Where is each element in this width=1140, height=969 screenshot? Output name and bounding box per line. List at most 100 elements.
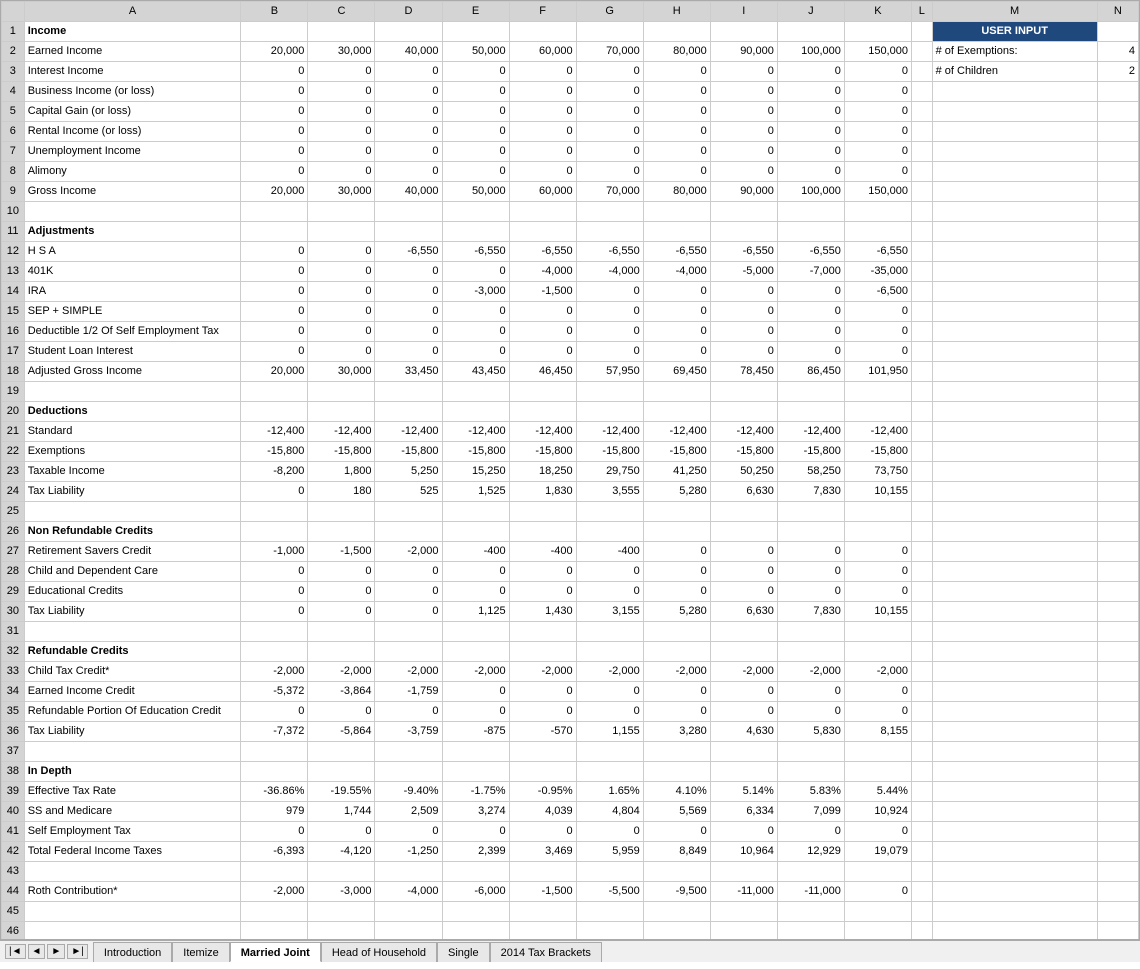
cell-h-26[interactable] [643, 522, 710, 542]
cell-f-35[interactable]: 0 [509, 702, 576, 722]
cell-c-18[interactable]: 30,000 [308, 362, 375, 382]
cell-a-32[interactable]: Refundable Credits [24, 642, 241, 662]
cell-i-28[interactable]: 0 [710, 562, 777, 582]
cell-d-21[interactable]: -12,400 [375, 422, 442, 442]
cell-b-8[interactable]: 0 [241, 162, 308, 182]
cell-c-6[interactable]: 0 [308, 122, 375, 142]
col-header-j[interactable]: J [777, 2, 844, 22]
cell-g-45[interactable] [576, 902, 643, 922]
cell-g-3[interactable]: 0 [576, 62, 643, 82]
cell-k-19[interactable] [844, 382, 911, 402]
cell-k-18[interactable]: 101,950 [844, 362, 911, 382]
nav-last[interactable]: ►| [67, 944, 88, 959]
cell-k-22[interactable]: -15,800 [844, 442, 911, 462]
cell-f-43[interactable] [509, 862, 576, 882]
cell-e-30[interactable]: 1,125 [442, 602, 509, 622]
cell-f-20[interactable] [509, 402, 576, 422]
cell-c-17[interactable]: 0 [308, 342, 375, 362]
cell-i-15[interactable]: 0 [710, 302, 777, 322]
cell-a-17[interactable]: Student Loan Interest [24, 342, 241, 362]
cell-f-3[interactable]: 0 [509, 62, 576, 82]
cell-k-3[interactable]: 0 [844, 62, 911, 82]
cell-e-36[interactable]: -875 [442, 722, 509, 742]
cell-g-9[interactable]: 70,000 [576, 182, 643, 202]
cell-f-39[interactable]: -0.95% [509, 782, 576, 802]
cell-f-8[interactable]: 0 [509, 162, 576, 182]
col-header-e[interactable]: E [442, 2, 509, 22]
cell-i-6[interactable]: 0 [710, 122, 777, 142]
cell-a-4[interactable]: Business Income (or loss) [24, 82, 241, 102]
cell-i-43[interactable] [710, 862, 777, 882]
cell-k-10[interactable] [844, 202, 911, 222]
cell-i-23[interactable]: 50,250 [710, 462, 777, 482]
cell-i-33[interactable]: -2,000 [710, 662, 777, 682]
cell-j-15[interactable]: 0 [777, 302, 844, 322]
cell-i-32[interactable] [710, 642, 777, 662]
cell-i-29[interactable]: 0 [710, 582, 777, 602]
cell-e-4[interactable]: 0 [442, 82, 509, 102]
cell-c-25[interactable] [308, 502, 375, 522]
cell-k-44[interactable]: 0 [844, 882, 911, 902]
tab-head-of-household[interactable]: Head of Household [321, 942, 437, 962]
cell-i-14[interactable]: 0 [710, 282, 777, 302]
cell-g-46[interactable] [576, 922, 643, 941]
cell-b-31[interactable] [241, 622, 308, 642]
cell-j-16[interactable]: 0 [777, 322, 844, 342]
cell-a-31[interactable] [24, 622, 241, 642]
cell-j-38[interactable] [777, 762, 844, 782]
cell-e-41[interactable]: 0 [442, 822, 509, 842]
cell-f-7[interactable]: 0 [509, 142, 576, 162]
cell-j-42[interactable]: 12,929 [777, 842, 844, 862]
cell-j-14[interactable]: 0 [777, 282, 844, 302]
cell-g-33[interactable]: -2,000 [576, 662, 643, 682]
cell-c-16[interactable]: 0 [308, 322, 375, 342]
cell-g-43[interactable] [576, 862, 643, 882]
cell-f-44[interactable]: -1,500 [509, 882, 576, 902]
cell-i-25[interactable] [710, 502, 777, 522]
cell-g-37[interactable] [576, 742, 643, 762]
cell-k-4[interactable]: 0 [844, 82, 911, 102]
cell-c-19[interactable] [308, 382, 375, 402]
cell-e-23[interactable]: 15,250 [442, 462, 509, 482]
cell-a-45[interactable] [24, 902, 241, 922]
cell-d-5[interactable]: 0 [375, 102, 442, 122]
cell-f-33[interactable]: -2,000 [509, 662, 576, 682]
cell-c-11[interactable] [308, 222, 375, 242]
cell-b-23[interactable]: -8,200 [241, 462, 308, 482]
cell-k-30[interactable]: 10,155 [844, 602, 911, 622]
col-header-f[interactable]: F [509, 2, 576, 22]
cell-b-24[interactable]: 0 [241, 482, 308, 502]
cell-c-29[interactable]: 0 [308, 582, 375, 602]
cell-j-46[interactable] [777, 922, 844, 941]
cell-f-5[interactable]: 0 [509, 102, 576, 122]
cell-f-34[interactable]: 0 [509, 682, 576, 702]
cell-e-13[interactable]: 0 [442, 262, 509, 282]
cell-c-13[interactable]: 0 [308, 262, 375, 282]
cell-b-41[interactable]: 0 [241, 822, 308, 842]
cell-i-12[interactable]: -6,550 [710, 242, 777, 262]
cell-d-41[interactable]: 0 [375, 822, 442, 842]
cell-i-7[interactable]: 0 [710, 142, 777, 162]
cell-d-24[interactable]: 525 [375, 482, 442, 502]
cell-j-8[interactable]: 0 [777, 162, 844, 182]
cell-c-7[interactable]: 0 [308, 142, 375, 162]
cell-e-24[interactable]: 1,525 [442, 482, 509, 502]
cell-f-29[interactable]: 0 [509, 582, 576, 602]
cell-b-22[interactable]: -15,800 [241, 442, 308, 462]
cell-k-32[interactable] [844, 642, 911, 662]
cell-j-30[interactable]: 7,830 [777, 602, 844, 622]
cell-f-11[interactable] [509, 222, 576, 242]
cell-e-14[interactable]: -3,000 [442, 282, 509, 302]
cell-d-30[interactable]: 0 [375, 602, 442, 622]
cell-a-10[interactable] [24, 202, 241, 222]
cell-c-14[interactable]: 0 [308, 282, 375, 302]
cell-e-1[interactable] [442, 22, 509, 42]
cell-d-46[interactable] [375, 922, 442, 941]
cell-c-28[interactable]: 0 [308, 562, 375, 582]
cell-d-38[interactable] [375, 762, 442, 782]
cell-d-4[interactable]: 0 [375, 82, 442, 102]
cell-d-14[interactable]: 0 [375, 282, 442, 302]
cell-f-10[interactable] [509, 202, 576, 222]
cell-h-8[interactable]: 0 [643, 162, 710, 182]
cell-i-17[interactable]: 0 [710, 342, 777, 362]
